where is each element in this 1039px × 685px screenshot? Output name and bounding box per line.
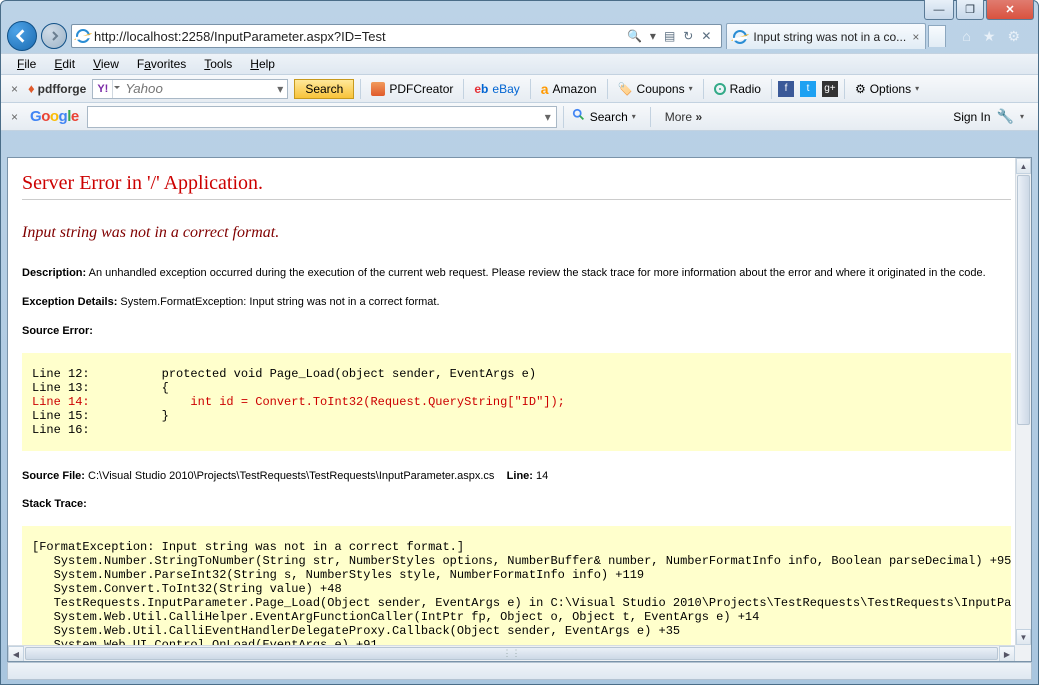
source-error-code: Line 12: protected void Page_Load(object… <box>22 353 1011 451</box>
browser-tab[interactable]: Input string was not in a co... × <box>726 23 926 49</box>
yahoo-search-input[interactable] <box>113 80 273 98</box>
stop-button[interactable]: ✕ <box>701 29 711 43</box>
content-viewport: Server Error in '/' Application. Input s… <box>7 157 1032 662</box>
yahoo-dropdown-icon[interactable]: ▾ <box>273 82 287 96</box>
source-error-label: Source Error: <box>22 324 1011 339</box>
stack-trace-label: Stack Trace: <box>22 497 1011 512</box>
twitter-icon[interactable]: t <box>800 81 816 97</box>
home-icon[interactable]: ⌂ <box>962 28 970 44</box>
address-bar[interactable]: 🔍 ▾ ▤ ↻ ✕ <box>71 24 722 48</box>
new-tab-button[interactable] <box>928 25 946 47</box>
toolbar1-close-button[interactable]: × <box>7 82 22 96</box>
signin-button[interactable]: Sign In <box>953 110 990 124</box>
amazon-icon: a <box>541 84 549 94</box>
menu-file[interactable]: File <box>9 55 44 73</box>
coupons-icon: 🏷️ <box>618 82 633 96</box>
scroll-left-button[interactable]: ◀ <box>8 646 24 662</box>
url-input[interactable] <box>94 29 617 44</box>
pdfforge-logo[interactable]: ♦pdfforge <box>28 81 86 96</box>
google-dropdown-icon[interactable]: ▾ <box>540 110 556 124</box>
status-bar <box>7 662 1032 680</box>
yahoo-search-box[interactable]: Y! ▾ <box>92 79 288 99</box>
menu-tools[interactable]: Tools <box>196 55 240 73</box>
google-search-button[interactable]: Search▾ <box>563 106 644 128</box>
search-dropdown-icon[interactable]: 🔍 <box>627 29 642 43</box>
pdf-icon <box>371 82 385 96</box>
gear-icon: ⚙ <box>855 82 866 96</box>
description: Description: An unhandled exception occu… <box>22 266 1011 281</box>
window-frame: — ❐ ✕ 🔍 ▾ ▤ ↻ ✕ Input string wa <box>0 0 1039 685</box>
googleplus-icon[interactable]: g+ <box>822 81 838 97</box>
back-button[interactable] <box>7 21 37 51</box>
menu-favorites[interactable]: Favorites <box>129 55 194 73</box>
divider <box>22 199 1011 200</box>
options-button[interactable]: ⚙Options▾ <box>851 82 923 96</box>
nav-row: 🔍 ▾ ▤ ↻ ✕ Input string was not in a co..… <box>7 19 1032 53</box>
search-icon <box>572 108 586 125</box>
more-button[interactable]: More » <box>657 110 710 124</box>
pdfforge-toolbar: × ♦pdfforge Y! ▾ Search PDFCreator eb eB… <box>1 75 1038 103</box>
titlebar: — ❐ ✕ <box>1 1 1038 19</box>
tab-favicon-icon <box>733 30 747 44</box>
scroll-thumb-vertical[interactable] <box>1017 175 1030 425</box>
forward-button[interactable] <box>41 23 67 49</box>
error-message: Input string was not in a correct format… <box>22 224 1011 242</box>
flame-icon: ♦ <box>28 81 35 96</box>
dropdown-caret-icon[interactable]: ▾ <box>650 29 656 43</box>
refresh-button[interactable]: ↻ <box>683 29 693 43</box>
maximize-button[interactable]: ❐ <box>956 0 984 20</box>
vertical-scrollbar[interactable]: ▲ ▼ <box>1015 158 1031 645</box>
scroll-down-button[interactable]: ▼ <box>1016 629 1031 645</box>
menu-view[interactable]: View <box>85 55 127 73</box>
radio-icon <box>714 83 726 95</box>
exception-details: Exception Details: System.FormatExceptio… <box>22 295 1011 310</box>
google-search-input[interactable] <box>88 107 540 127</box>
compat-icon[interactable]: ▤ <box>664 29 675 43</box>
facebook-icon[interactable]: f <box>778 81 794 97</box>
wrench-icon[interactable]: 🔧 <box>997 108 1014 125</box>
yahoo-icon[interactable]: Y! <box>93 80 113 98</box>
toolbar2-close-button[interactable]: × <box>7 110 22 124</box>
horizontal-scrollbar[interactable]: ◀ ⋮⋮ ▶ <box>8 645 1015 661</box>
google-logo[interactable]: Google <box>28 108 81 125</box>
amazon-button[interactable]: aAmazon <box>537 82 601 96</box>
tools-gear-icon[interactable]: ⚙ <box>1007 28 1020 45</box>
google-toolbar: × Google ▾ Search▾ More » Sign In 🔧▾ <box>1 103 1038 131</box>
radio-button[interactable]: Radio <box>710 82 765 96</box>
scroll-corner <box>1015 645 1031 661</box>
stack-trace: [FormatException: Input string was not i… <box>22 526 1011 661</box>
ie-icon <box>76 29 90 43</box>
tab-title: Input string was not in a co... <box>753 30 906 44</box>
window-close-button[interactable]: ✕ <box>986 0 1034 20</box>
error-page: Server Error in '/' Application. Input s… <box>8 158 1015 661</box>
minimize-button[interactable]: — <box>924 0 954 20</box>
menu-edit[interactable]: Edit <box>46 55 83 73</box>
menu-bar: File Edit View Favorites Tools Help <box>1 53 1038 75</box>
coupons-button[interactable]: 🏷️Coupons▾ <box>614 82 697 96</box>
pdfcreator-button[interactable]: PDFCreator <box>367 82 457 96</box>
ebay-button[interactable]: eb eBay <box>470 82 523 96</box>
scroll-thumb-horizontal[interactable]: ⋮⋮ <box>25 647 998 660</box>
source-file: Source File: C:\Visual Studio 2010\Proje… <box>22 469 1011 484</box>
scroll-up-button[interactable]: ▲ <box>1016 158 1031 174</box>
page-title: Server Error in '/' Application. <box>22 172 1011 195</box>
google-search-box[interactable]: ▾ <box>87 106 557 128</box>
menu-help[interactable]: Help <box>242 55 283 73</box>
scroll-right-button[interactable]: ▶ <box>999 646 1015 662</box>
favorites-icon[interactable]: ★ <box>983 28 996 45</box>
yahoo-search-button[interactable]: Search <box>294 79 354 99</box>
tab-close-button[interactable]: × <box>912 30 919 44</box>
